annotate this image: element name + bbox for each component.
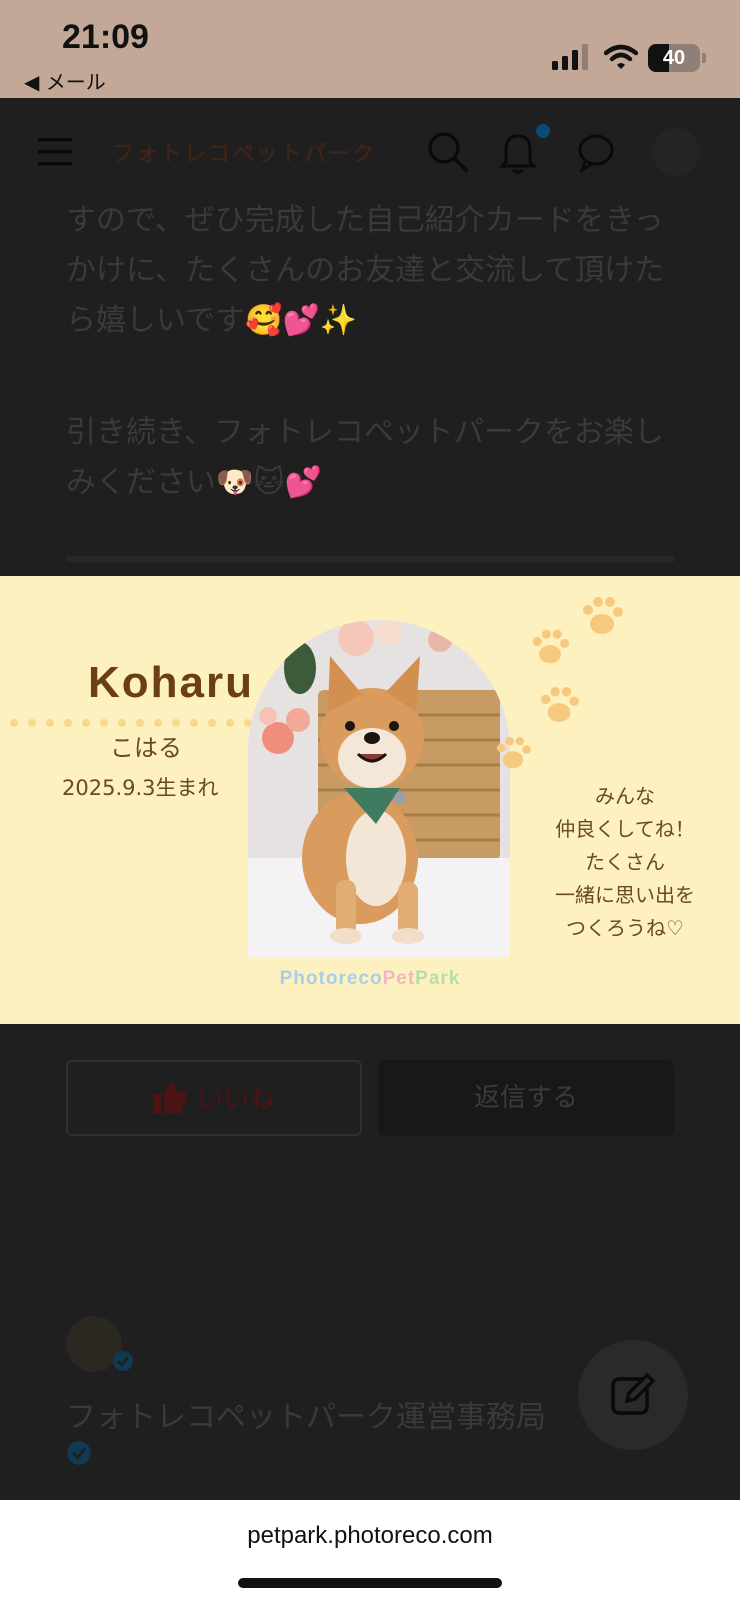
chat-icon[interactable] bbox=[576, 130, 620, 174]
shiba-dog-illustration bbox=[248, 620, 510, 958]
photoreco-logo: PhotorecoPetPark bbox=[279, 968, 461, 989]
edit-icon bbox=[611, 1373, 655, 1415]
pet-birthday: 2025.9.3生まれ bbox=[62, 776, 219, 800]
paw-icon bbox=[532, 629, 570, 664]
home-indicator[interactable] bbox=[238, 1578, 502, 1588]
paw-icon bbox=[496, 736, 531, 769]
comment-author-name[interactable]: フォトレコペットパーク運営事務局 bbox=[66, 1392, 546, 1436]
divider bbox=[66, 556, 674, 562]
article-paragraph: 引き続き、フォトレコペットパークをお楽しみください🐶🐱💕 bbox=[66, 415, 664, 500]
menu-icon[interactable] bbox=[38, 138, 72, 166]
card-message: みんな 仲良くしてね！ たくさん 一緒に思い出を つくろうね♡ bbox=[555, 784, 695, 940]
back-to-mail-link[interactable]: ◀ メール bbox=[24, 66, 106, 95]
compose-button[interactable] bbox=[578, 1340, 688, 1450]
intro-card-image: Koharu こはる 2025.9.3生まれ PhotorecoPetPark … bbox=[0, 576, 740, 1024]
bell-icon[interactable] bbox=[498, 130, 538, 174]
verified-icon bbox=[67, 1441, 91, 1465]
pet-name: Koharu bbox=[88, 658, 254, 707]
battery-icon: 40 bbox=[648, 44, 706, 72]
brand-logo[interactable]: フォトレコペットパーク bbox=[112, 136, 376, 168]
cellular-signal-icon bbox=[552, 44, 588, 70]
clock: 21:09 bbox=[62, 18, 149, 56]
like-label: いいね bbox=[196, 1085, 275, 1115]
browser-url-bar: petpark.photoreco.com bbox=[0, 1500, 740, 1602]
avatar-icon[interactable] bbox=[652, 128, 700, 176]
paw-icon bbox=[540, 686, 579, 723]
url-text[interactable]: petpark.photoreco.com bbox=[0, 1522, 740, 1550]
notification-dot bbox=[536, 124, 550, 138]
article-paragraph: すので、ぜひ完成した自己紹介カードをきっかけに、たくさんのお友達と交流して頂けた… bbox=[66, 203, 665, 338]
paw-icon bbox=[583, 597, 623, 634]
reply-button[interactable]: 返信する bbox=[378, 1060, 674, 1136]
wifi-icon bbox=[604, 44, 638, 69]
dog-photo bbox=[248, 620, 510, 958]
thumbs-up-icon bbox=[152, 1082, 187, 1114]
like-button[interactable]: いいね bbox=[66, 1060, 362, 1136]
search-icon[interactable] bbox=[426, 130, 470, 174]
verified-icon bbox=[113, 1351, 133, 1371]
status-bar: 21:09 ◀ メール 40 bbox=[0, 0, 740, 98]
pet-name-kana: こはる bbox=[110, 734, 182, 762]
app-header: フォトレコペットパーク bbox=[0, 98, 740, 208]
battery-level: 40 bbox=[662, 47, 686, 69]
